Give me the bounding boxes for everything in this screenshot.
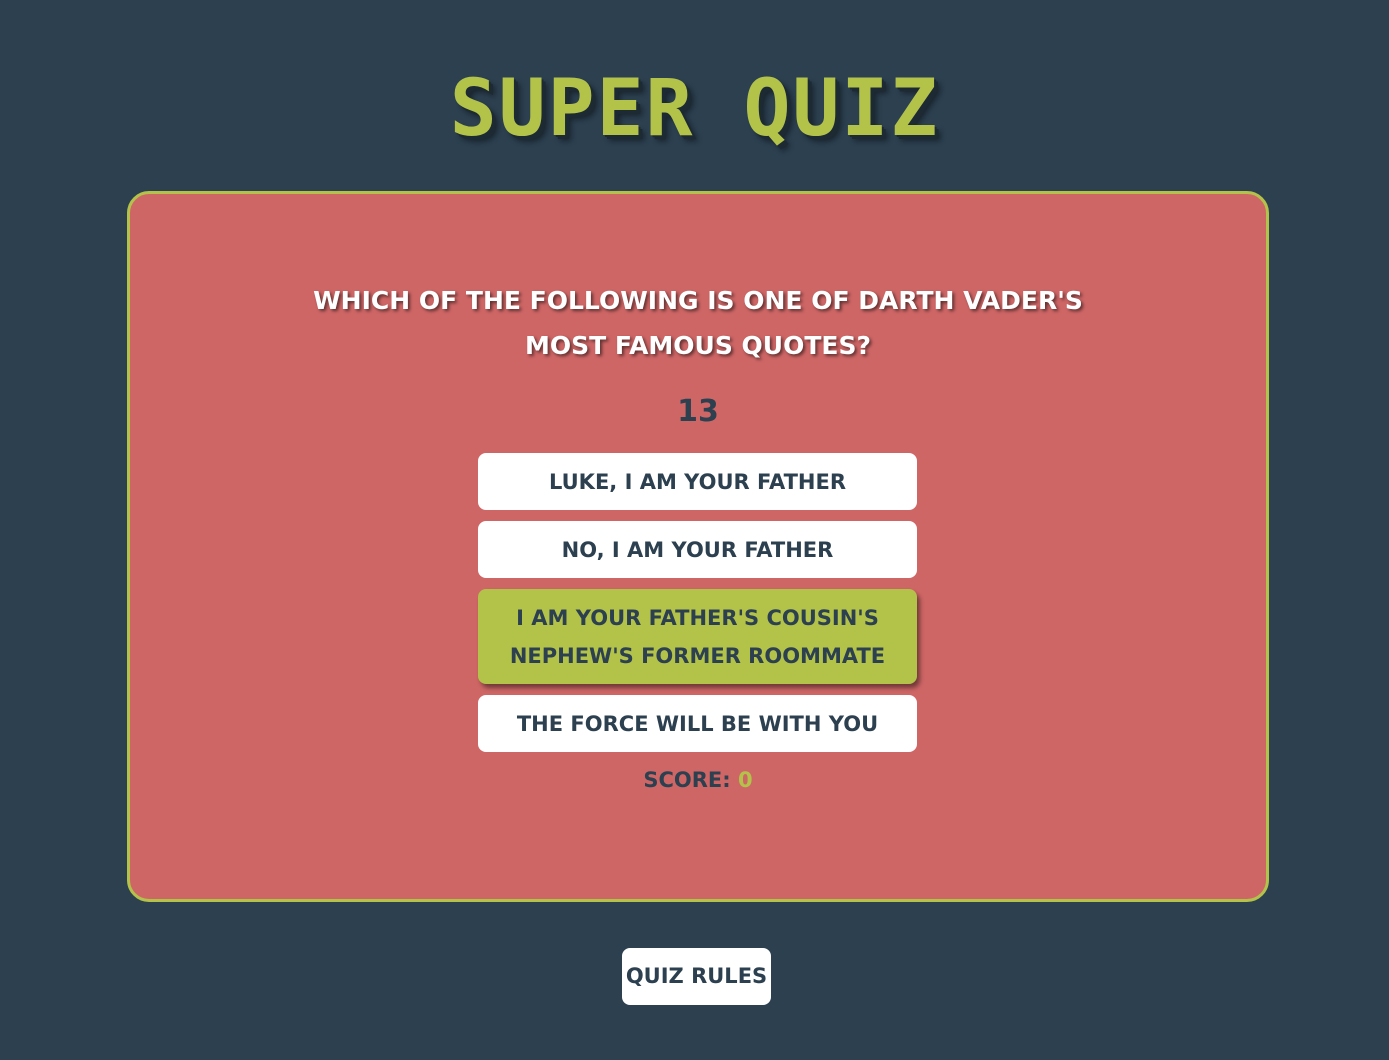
quiz-rules-button[interactable]: QUIZ RULES (622, 948, 771, 1005)
countdown-timer: 13 (677, 394, 719, 429)
answer-button-2[interactable]: NO, I AM YOUR FATHER (478, 521, 917, 578)
answer-button-3[interactable]: I AM YOUR FATHER'S COUSIN'S NEPHEW'S FOR… (478, 589, 917, 684)
quiz-card: WHICH OF THE FOLLOWING IS ONE OF DARTH V… (127, 191, 1269, 902)
quiz-page: SUPER QUIZ WHICH OF THE FOLLOWING IS ONE… (0, 0, 1389, 1060)
question-label: WHICH OF THE FOLLOWING IS ONE OF DARTH V… (313, 286, 1083, 360)
score-label: SCORE: (643, 768, 731, 792)
score-display: SCORE: 0 (130, 764, 1266, 796)
answer-list: LUKE, I AM YOUR FATHER NO, I AM YOUR FAT… (478, 453, 917, 763)
app-title: SUPER QUIZ (449, 64, 940, 154)
answer-button-1[interactable]: LUKE, I AM YOUR FATHER (478, 453, 917, 510)
question-text: WHICH OF THE FOLLOWING IS ONE OF DARTH V… (130, 278, 1266, 368)
answer-button-4[interactable]: THE FORCE WILL BE WITH YOU (478, 695, 917, 752)
score-value: 0 (738, 768, 753, 792)
